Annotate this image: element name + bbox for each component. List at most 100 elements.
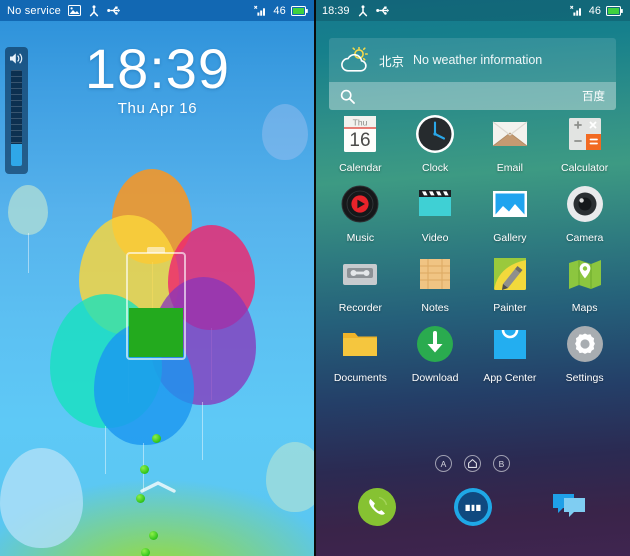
page-indicators: A B bbox=[315, 455, 630, 472]
app-center-icon bbox=[488, 322, 532, 366]
camera-icon bbox=[563, 182, 607, 226]
app-label: Calendar bbox=[339, 162, 382, 174]
calendar-date-label: 16 bbox=[350, 130, 371, 151]
screenshot-icon bbox=[67, 5, 81, 16]
app-calculator[interactable]: Calculator bbox=[547, 112, 622, 174]
usb-icon bbox=[107, 5, 121, 16]
sun-cloud-icon bbox=[340, 47, 370, 73]
calendar-day-label: Thu bbox=[353, 118, 368, 128]
app-label: Documents bbox=[333, 372, 387, 384]
lockscreen-clock: 18:39 Thu Apr 16 bbox=[0, 40, 315, 117]
app-app-center[interactable]: App Center bbox=[473, 322, 548, 384]
email-icon bbox=[488, 112, 532, 156]
app-grid: Thu 16 Calendar Clock Email Calculator M… bbox=[323, 112, 622, 392]
page-b-icon[interactable]: B bbox=[493, 455, 510, 472]
weather-city-label: 北京 bbox=[379, 54, 405, 69]
messaging-icon[interactable] bbox=[546, 484, 592, 530]
lockscreen[interactable]: No service 46 18:39 Thu Apr 16 bbox=[0, 0, 315, 556]
app-documents[interactable]: Documents bbox=[323, 322, 398, 384]
app-calendar[interactable]: Thu 16 Calendar bbox=[323, 112, 398, 174]
page-b-label: B bbox=[498, 458, 505, 469]
app-maps[interactable]: Maps bbox=[547, 252, 622, 314]
weather-search-widget[interactable]: 北京 No weather information 百度 bbox=[329, 38, 616, 110]
app-label: Clock bbox=[421, 162, 449, 174]
volume-fill bbox=[11, 144, 22, 166]
phone-icon[interactable] bbox=[354, 484, 400, 530]
calendar-icon: Thu 16 bbox=[338, 112, 382, 156]
app-download[interactable]: Download bbox=[398, 322, 473, 384]
app-clock[interactable]: Clock bbox=[398, 112, 473, 174]
app-label: Calculator bbox=[560, 162, 609, 174]
video-icon bbox=[413, 182, 457, 226]
page-a-label: A bbox=[440, 458, 447, 469]
app-row: Music Video Gallery Camera bbox=[323, 182, 622, 252]
battery-charging-overlay bbox=[126, 247, 186, 360]
calculator-icon bbox=[563, 112, 607, 156]
battery-charging-icon bbox=[606, 5, 623, 16]
weather-widget[interactable]: 北京 No weather information bbox=[329, 38, 616, 82]
recorder-icon bbox=[338, 252, 382, 296]
notes-icon bbox=[413, 252, 457, 296]
gallery-icon bbox=[488, 182, 532, 226]
screenshot-root: No service 46 18:39 Thu Apr 16 18:39 46 … bbox=[0, 0, 630, 556]
settings-icon bbox=[563, 322, 607, 366]
app-label: Maps bbox=[571, 302, 598, 314]
download-icon bbox=[413, 322, 457, 366]
battery-percent-label: 46 bbox=[273, 4, 286, 17]
lockscreen-statusbar: No service 46 bbox=[0, 0, 315, 21]
search-input[interactable] bbox=[363, 89, 582, 103]
android-debug-icon bbox=[88, 4, 100, 17]
app-label: Painter bbox=[493, 302, 527, 314]
app-label: Settings bbox=[565, 372, 604, 384]
chevron-up-icon[interactable] bbox=[0, 480, 315, 498]
status-time-label: 18:39 bbox=[322, 4, 350, 17]
clock-date: Thu Apr 16 bbox=[117, 100, 198, 118]
battery-charging-icon bbox=[291, 5, 308, 16]
app-label: App Center bbox=[483, 372, 537, 384]
app-music[interactable]: Music bbox=[323, 182, 398, 244]
meizu-browser-icon[interactable] bbox=[450, 484, 496, 530]
app-gallery[interactable]: Gallery bbox=[473, 182, 548, 244]
app-label: Notes bbox=[421, 302, 449, 314]
app-label: Download bbox=[411, 372, 459, 384]
app-painter[interactable]: Painter bbox=[473, 252, 548, 314]
search-icon bbox=[340, 89, 355, 104]
app-camera[interactable]: Camera bbox=[547, 182, 622, 244]
android-debug-icon bbox=[357, 4, 369, 17]
homescreen[interactable]: 18:39 46 北京 No weather information 百度 Th… bbox=[315, 0, 630, 556]
clock-time: 18:39 bbox=[84, 37, 231, 100]
app-label: Camera bbox=[565, 232, 604, 244]
music-icon bbox=[338, 182, 382, 226]
dock bbox=[315, 484, 630, 530]
page-a-icon[interactable]: A bbox=[435, 455, 452, 472]
search-engine-label[interactable]: 百度 bbox=[582, 88, 605, 104]
app-label: Video bbox=[421, 232, 449, 244]
speaker-icon bbox=[9, 52, 24, 65]
search-bar[interactable]: 百度 bbox=[329, 82, 616, 110]
panel-divider bbox=[314, 0, 316, 556]
clock-icon bbox=[413, 112, 457, 156]
app-row: Recorder Notes Painter Maps bbox=[323, 252, 622, 322]
app-video[interactable]: Video bbox=[398, 182, 473, 244]
volume-slider[interactable] bbox=[5, 47, 28, 174]
usb-icon bbox=[375, 5, 390, 16]
app-label: Gallery bbox=[493, 232, 527, 244]
carrier-label: No service bbox=[7, 4, 61, 17]
app-settings[interactable]: Settings bbox=[547, 322, 622, 384]
volume-track[interactable] bbox=[11, 70, 22, 166]
app-recorder[interactable]: Recorder bbox=[323, 252, 398, 314]
app-email[interactable]: Email bbox=[473, 112, 548, 174]
app-notes[interactable]: Notes bbox=[398, 252, 473, 314]
home-page-icon[interactable] bbox=[464, 455, 481, 472]
app-label: Email bbox=[496, 162, 523, 174]
signal-no-service-icon bbox=[254, 5, 268, 16]
battery-level-fill bbox=[129, 308, 183, 357]
app-row: Documents Download App Center Settings bbox=[323, 322, 622, 392]
app-label: Recorder bbox=[338, 302, 382, 314]
signal-no-service-icon bbox=[569, 5, 584, 16]
homescreen-statusbar: 18:39 46 bbox=[315, 0, 630, 21]
app-label: Music bbox=[346, 232, 375, 244]
battery-percent-label: 46 bbox=[588, 4, 601, 17]
painter-icon bbox=[488, 252, 532, 296]
weather-info-label: No weather information bbox=[413, 53, 543, 67]
